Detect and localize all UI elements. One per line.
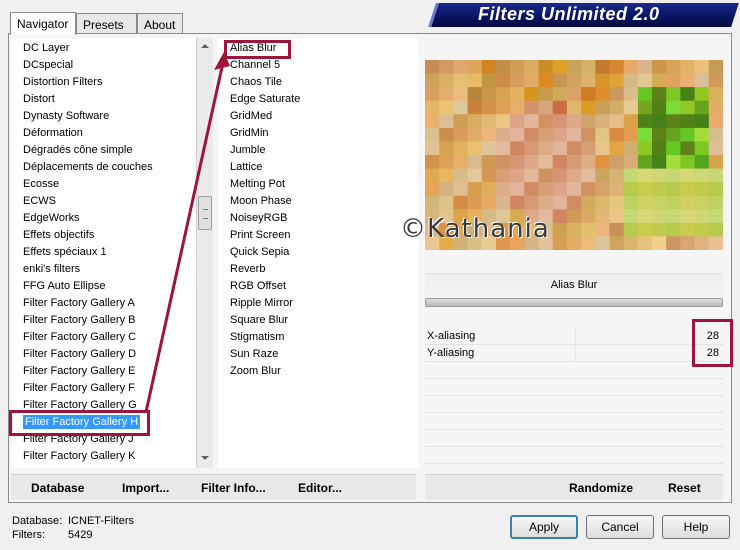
annotation-arrow xyxy=(144,52,230,413)
arrow-head-icon xyxy=(214,52,230,70)
arrow-line xyxy=(144,57,226,413)
tab-navigator[interactable]: Navigator xyxy=(10,12,76,35)
